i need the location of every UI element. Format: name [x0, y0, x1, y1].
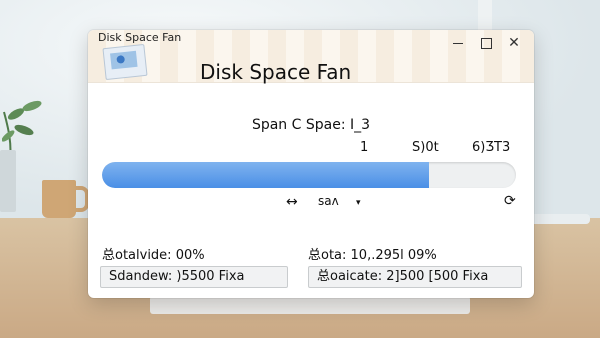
minimize-button[interactable]	[448, 33, 468, 53]
standby-field[interactable]: Sdandew: )5500 Fixa	[100, 266, 288, 288]
refresh-icon[interactable]: ⟳	[504, 193, 516, 209]
scale-mark-2: S)0t	[412, 140, 439, 155]
progress-fill	[102, 162, 430, 188]
plant-pot	[0, 150, 16, 212]
mode-selector-label[interactable]: saʌ	[318, 194, 339, 208]
scale-mark-1: 1	[360, 140, 369, 155]
allocate-field[interactable]: 总oaicate: 2]500 [500 Fixa	[308, 266, 522, 288]
arrows-icon[interactable]: ↔	[286, 194, 298, 210]
close-icon: ✕	[508, 35, 520, 51]
maximize-button[interactable]	[476, 33, 496, 53]
scan-label: Span C Spae: I_3	[251, 117, 371, 133]
maximize-icon	[480, 37, 492, 49]
total-used-label: 总otalvide: 00%	[102, 248, 205, 263]
coffee-mug	[42, 180, 76, 218]
chevron-down-icon[interactable]: ▾	[356, 198, 361, 208]
scale-mark-3: 6)ӠT3	[472, 140, 511, 155]
mug-handle	[73, 186, 89, 212]
app-monitor-icon	[102, 43, 148, 81]
close-button[interactable]: ✕	[504, 33, 524, 53]
total-size-label: 总ota: 10,.295l 09%	[308, 248, 437, 263]
app-title: Disk Space Fan	[200, 60, 352, 84]
app-window: Disk Space Fan Disk Space Fan ✕ Span C S…	[88, 30, 534, 298]
progress-bar	[102, 162, 516, 188]
keyboard	[150, 296, 470, 314]
window-title: Disk Space Fan	[98, 31, 182, 44]
title-bar[interactable]: Disk Space Fan Disk Space Fan ✕	[88, 30, 534, 84]
minimize-icon	[453, 42, 463, 44]
